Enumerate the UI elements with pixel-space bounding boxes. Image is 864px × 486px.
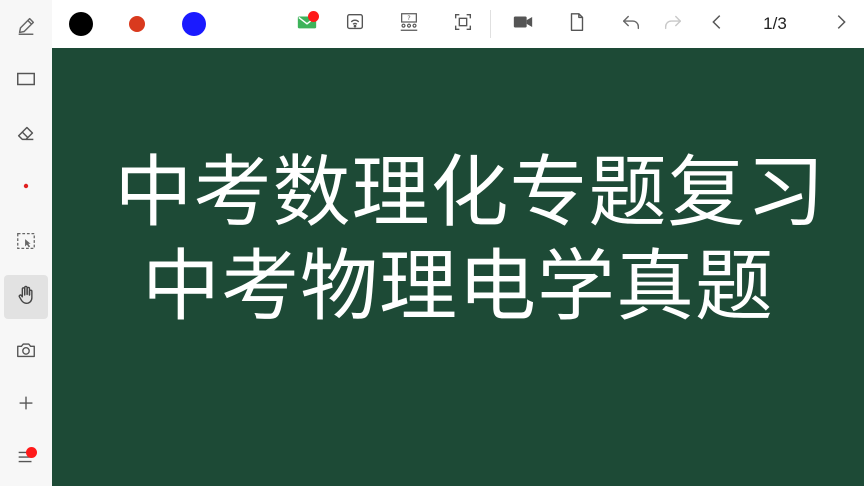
hand-tool-button[interactable] <box>4 275 48 319</box>
next-page-button[interactable] <box>826 9 856 39</box>
fullscreen-button[interactable] <box>448 9 478 39</box>
eraser-tool-button[interactable] <box>4 113 48 157</box>
select-tool-button[interactable] <box>4 221 48 265</box>
undo-button[interactable] <box>616 9 646 39</box>
document-icon <box>566 11 588 37</box>
previous-page-button[interactable] <box>702 9 732 39</box>
rectangle-icon <box>15 68 37 94</box>
menu-button[interactable] <box>4 437 48 481</box>
add-button[interactable] <box>4 383 48 427</box>
top-toolbar: ? 1/3 <box>52 0 864 49</box>
selection-icon <box>15 230 37 256</box>
message-button[interactable] <box>292 9 322 39</box>
svg-text:?: ? <box>407 14 410 22</box>
board-title-line-2: 中考物理电学真题 <box>141 242 774 332</box>
color-black-button[interactable] <box>68 11 94 37</box>
redo-button[interactable] <box>658 9 688 39</box>
video-camera-icon <box>512 11 534 37</box>
hand-icon <box>15 284 37 310</box>
camera-icon <box>15 339 37 365</box>
notification-badge <box>26 447 37 458</box>
page-indicator: 1/3 <box>763 14 787 33</box>
cast-icon <box>344 11 366 37</box>
fullscreen-icon <box>452 11 474 37</box>
classroom-button[interactable]: ? <box>394 9 424 39</box>
left-toolbar <box>0 0 53 486</box>
dot-size-button[interactable] <box>4 166 48 210</box>
toolbar-divider <box>490 10 491 38</box>
blue-swatch-icon <box>182 12 206 36</box>
rectangle-tool-button[interactable] <box>4 59 48 103</box>
record-video-button[interactable] <box>508 9 538 39</box>
chevron-right-icon <box>830 11 852 37</box>
pencil-icon <box>15 15 37 41</box>
redo-icon <box>662 11 684 37</box>
black-swatch-icon <box>69 12 93 36</box>
color-red-button[interactable] <box>124 11 150 37</box>
red-swatch-icon <box>129 16 145 32</box>
eraser-icon <box>15 122 37 148</box>
chevron-left-icon <box>706 11 728 37</box>
wireless-screen-button[interactable] <box>340 9 370 39</box>
pen-tool-button[interactable] <box>4 6 48 50</box>
whiteboard-canvas[interactable]: 中考数理化专题复习 中考物理电学真题 <box>52 48 864 486</box>
board-title-line-1: 中考数理化专题复习 <box>114 148 826 238</box>
undo-icon <box>620 11 642 37</box>
red-dot-icon <box>15 175 37 201</box>
plus-icon <box>15 392 37 418</box>
document-button[interactable] <box>562 9 592 39</box>
camera-tool-button[interactable] <box>4 330 48 374</box>
audience-icon: ? <box>398 11 420 37</box>
color-blue-button[interactable] <box>181 11 207 37</box>
message-badge <box>308 11 319 22</box>
